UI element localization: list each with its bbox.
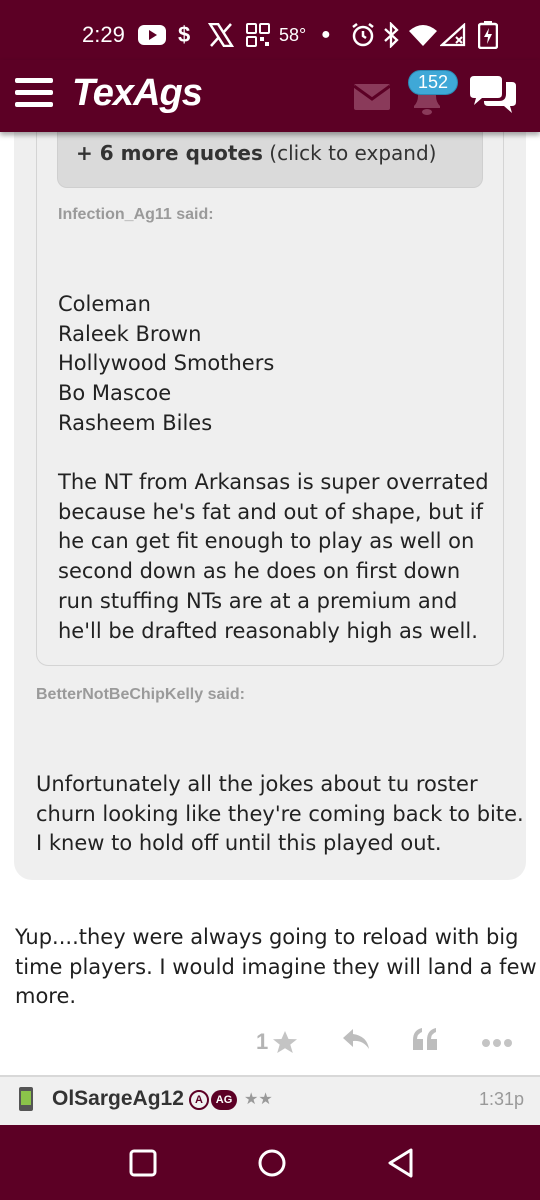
dot-icon: ●	[321, 26, 331, 43]
quote-line: Hollywood Smothers	[58, 351, 275, 376]
a-badge: A	[189, 1090, 209, 1110]
ag-badge: AG	[211, 1090, 237, 1110]
username[interactable]: OlSargeAg12	[52, 1087, 184, 1111]
quote-author-said[interactable]: Infection_Ag11 said:	[58, 206, 214, 224]
reply-icon	[343, 1029, 369, 1049]
rating-count: 1	[256, 1029, 269, 1054]
battery-icon	[478, 21, 498, 49]
app-header: TexAgs 152	[0, 60, 540, 132]
inner-quote-paragraph: The NT from Arkansas is super overrated …	[58, 468, 489, 646]
quote-line: Raleek Brown	[58, 321, 202, 346]
quote-line: I knew to hold off until this played out…	[36, 831, 442, 856]
temperature: 58°	[279, 24, 307, 45]
youtube-icon	[138, 22, 166, 48]
grid-icon	[246, 22, 270, 48]
status-time: 2:29	[82, 22, 125, 47]
more-icon	[482, 1039, 512, 1047]
quote-line: because he's fat and out of shape, but i…	[58, 499, 483, 524]
quote-line: churn looking like they're coming back t…	[36, 801, 524, 826]
expand-quotes-hint: (click to expand)	[262, 141, 437, 165]
quote-icon	[413, 1028, 437, 1050]
quote-line: The NT from Arkansas is super overrated	[58, 470, 489, 494]
quote-line: Coleman	[58, 292, 151, 316]
quote-line: Bo Mascoe	[58, 381, 172, 406]
menu-icon[interactable]	[15, 78, 53, 108]
quote-button[interactable]	[411, 1026, 439, 1058]
bluetooth-icon	[382, 22, 400, 48]
quote-line: run stuffing NTs are at a premium and	[58, 588, 458, 613]
outer-quote-text: Unfortunately all the jokes about tu ros…	[36, 770, 524, 859]
site-logo[interactable]: TexAgs	[72, 72, 203, 115]
notification-badge[interactable]: 152	[408, 70, 459, 95]
star-icon	[273, 1031, 298, 1053]
quote-line: Unfortunately all the jokes about tu ros…	[36, 772, 478, 796]
rating-button[interactable]: 1	[256, 1026, 298, 1058]
home-button[interactable]	[256, 1147, 288, 1179]
post-line: more.	[15, 984, 77, 1009]
post-time: 1:31p	[478, 1089, 524, 1109]
quote-line: he'll be drafted reasonably high as well…	[58, 618, 478, 643]
post-body: Yup....they were always going to reload …	[15, 923, 537, 1012]
next-post-header: OlSargeAg12 A AG ★★ 1:31p	[0, 1077, 540, 1125]
x-icon	[208, 22, 234, 48]
quote-line: second down as he does on first down	[58, 559, 461, 584]
expand-quotes-count: + 6 more quotes	[76, 141, 263, 165]
quote-author-said[interactable]: BetterNotBeChipKelly said:	[36, 686, 245, 704]
reply-button[interactable]	[342, 1026, 370, 1058]
inner-quote-names: Coleman Raleek Brown Hollywood Smothers …	[58, 290, 274, 439]
post-line: Yup....they were always going to reload …	[15, 925, 519, 949]
more-button[interactable]	[481, 1034, 513, 1066]
mobile-device-icon	[19, 1087, 33, 1111]
quote-line: Rasheem Biles	[58, 410, 213, 435]
expand-quotes-label[interactable]: + 6 more quotes (click to expand)	[76, 141, 436, 165]
user-stars: ★★	[244, 1089, 273, 1108]
back-button[interactable]	[386, 1147, 416, 1179]
post-line: time players. I would imagine they will …	[15, 954, 537, 979]
system-nav-bar	[0, 1125, 540, 1200]
dollar-icon: $	[178, 22, 191, 47]
recent-apps-button[interactable]	[129, 1149, 157, 1177]
wifi-icon	[408, 22, 438, 48]
signal-icon	[440, 22, 466, 48]
mail-icon[interactable]	[354, 84, 390, 110]
chat-icon[interactable]	[468, 76, 518, 116]
quote-line: he can get fit enough to play as well on	[58, 529, 475, 554]
alarm-icon	[350, 22, 376, 48]
